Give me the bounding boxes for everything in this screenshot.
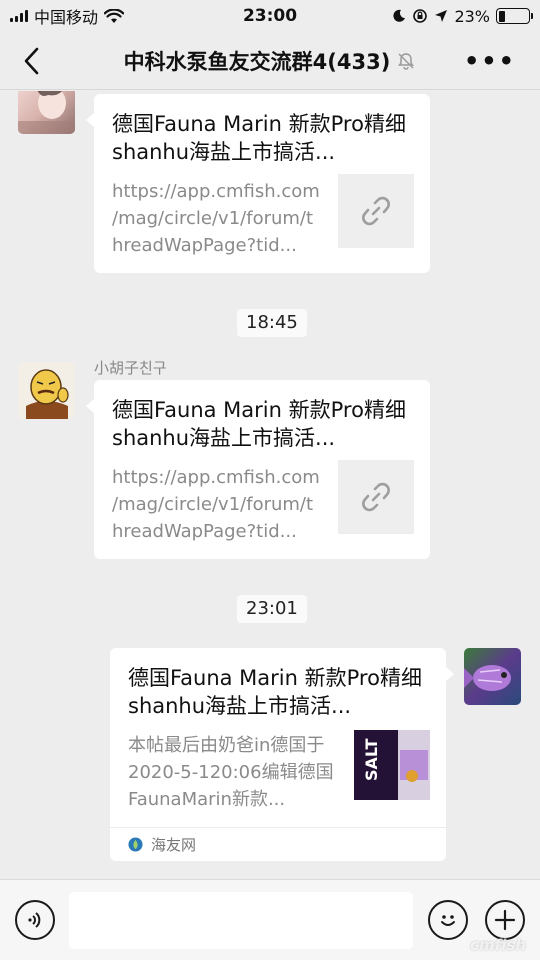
status-left: 中国移动 — [10, 4, 125, 28]
battery-percent: 23% — [454, 6, 490, 26]
moon-icon — [393, 9, 406, 22]
emoji-button[interactable] — [428, 900, 468, 940]
link-thumbnail — [338, 174, 414, 248]
link-title: 德国Fauna Marin 新款Pro精细shanhu海盐上市搞活... — [128, 666, 422, 718]
status-bar: 中国移动 23:00 23% — [0, 0, 540, 32]
timestamp: 23:01 — [237, 595, 307, 623]
link-description: 本帖最后由奶爸in德国于2020-5-120:06编辑德国FaunaMarin新… — [128, 735, 334, 810]
battery-fill — [498, 10, 506, 22]
wifi-icon — [104, 8, 125, 23]
link-title: 德国Fauna Marin 新款Pro精细shanhu海盐上市搞活... — [112, 398, 406, 450]
avatar[interactable] — [18, 91, 75, 134]
chat-area[interactable]: 德国Fauna Marin 新款Pro精细shanhu海盐上市搞活... htt… — [0, 91, 540, 879]
message-input[interactable] — [69, 892, 413, 949]
source-logo-icon — [128, 837, 143, 852]
source-name: 海友网 — [151, 836, 197, 854]
bell-off-icon — [398, 52, 415, 70]
timestamp: 18:45 — [237, 309, 307, 337]
status-right: 23% — [392, 6, 533, 26]
thumb-text: SALT — [362, 739, 381, 781]
more-icon[interactable]: ••• — [464, 49, 516, 73]
plus-icon — [494, 909, 516, 931]
link-icon — [362, 196, 390, 226]
battery-icon — [496, 8, 533, 24]
source-row: 海友网 — [110, 827, 446, 861]
plus-button[interactable] — [485, 900, 525, 940]
link-message[interactable]: 德国Fauna Marin 新款Pro精细shanhu海盐上市搞活... 本帖最… — [110, 648, 454, 861]
carrier-label: 中国移动 — [34, 8, 99, 27]
link-url: https://app.cmfish.com/mag/circle/v1/for… — [112, 467, 320, 542]
back-icon[interactable] — [20, 46, 44, 76]
nav-bar: 中科水泵鱼友交流群4(433) ••• — [0, 32, 540, 90]
signal-icon — [10, 10, 28, 22]
input-bar: cmfish — [0, 879, 540, 960]
avatar[interactable] — [18, 362, 75, 419]
link-thumbnail: SALT — [354, 730, 430, 800]
link-title: 德国Fauna Marin 新款Pro精细shanhu海盐上市搞活... — [112, 112, 406, 164]
sender-name: 小胡子친구 — [94, 359, 167, 377]
link-thumbnail — [338, 460, 414, 534]
link-message[interactable]: 德国Fauna Marin 新款Pro精细shanhu海盐上市搞活... htt… — [86, 94, 430, 273]
voice-icon — [28, 912, 41, 928]
voice-button[interactable] — [15, 900, 55, 940]
title-wrap: 中科水泵鱼友交流群4(433) — [124, 46, 417, 76]
emoji-icon — [441, 915, 455, 926]
chat-title[interactable]: 中科水泵鱼友交流群4(433) — [124, 46, 391, 76]
link-icon — [362, 482, 390, 512]
link-message[interactable]: 德国Fauna Marin 新款Pro精细shanhu海盐上市搞活... htt… — [86, 380, 430, 559]
rotation-lock-icon — [413, 9, 428, 23]
location-icon — [435, 10, 448, 22]
link-url: https://app.cmfish.com/mag/circle/v1/for… — [112, 181, 320, 256]
watermark: cmfish — [470, 936, 526, 954]
avatar[interactable] — [464, 648, 521, 705]
